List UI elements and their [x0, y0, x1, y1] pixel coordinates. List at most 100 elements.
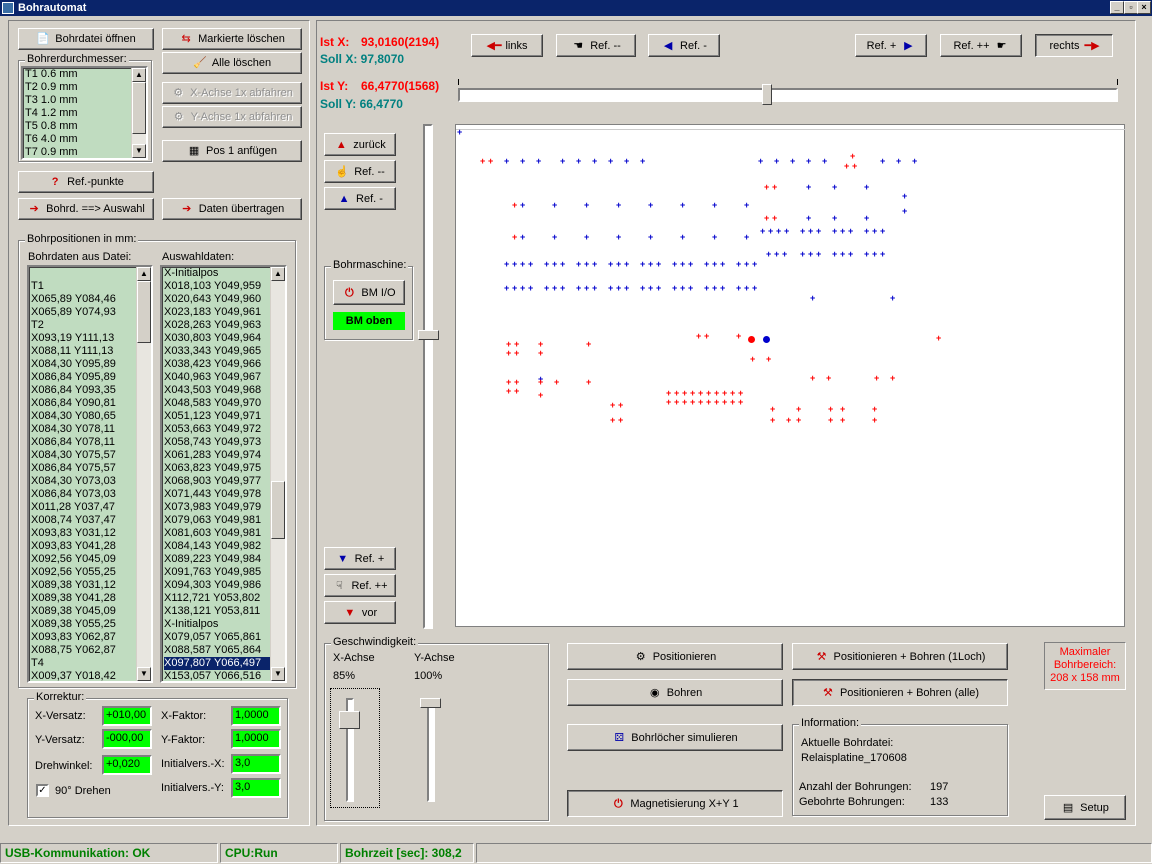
- list-item[interactable]: X008,74 Y037,47: [31, 514, 151, 527]
- selection-data-list[interactable]: X-Initialpos X018,103 Y049,959 X020,643 Y0…: [160, 265, 287, 683]
- ref-plus-button[interactable]: Ref. + ▶: [855, 34, 927, 57]
- ref-minus-button[interactable]: ◀ Ref. -: [648, 34, 720, 57]
- pos-drill-all-button[interactable]: ⚒ Positionieren + Bohren (alle): [792, 679, 1008, 706]
- speed-x-thumb[interactable]: [339, 710, 360, 729]
- rotate90-checkbox[interactable]: ✓: [36, 784, 49, 797]
- list-item[interactable]: X068,903 Y049,977: [164, 475, 285, 488]
- list-item[interactable]: T5 0.8 mm: [25, 120, 130, 133]
- list-item[interactable]: X023,183 Y049,961: [164, 306, 285, 319]
- list-item[interactable]: X058,743 Y049,973: [164, 436, 285, 449]
- list-item[interactable]: X-Initialpos: [164, 618, 285, 631]
- list-item[interactable]: X018,103 Y049,959: [164, 280, 285, 293]
- list-item[interactable]: X086,84 Y075,57: [31, 462, 151, 475]
- list-item[interactable]: X153,057 Y066,516: [164, 670, 285, 681]
- list-item[interactable]: X088,11 Y111,13: [31, 345, 151, 358]
- scroll-thumb[interactable]: [137, 281, 151, 343]
- list-item[interactable]: X011,28 Y037,47: [31, 501, 151, 514]
- vref-plus-button[interactable]: ▼ Ref. +: [324, 547, 396, 570]
- drill-board-canvas[interactable]: + + + + + + + + + + + + + + + + + + + + + + + + + + + + + + + + + + + + + + + +…: [455, 124, 1126, 627]
- list-item[interactable]: X112,721 Y053,802: [164, 592, 285, 605]
- list-item[interactable]: T4 1.2 mm: [25, 107, 130, 120]
- list-item[interactable]: X093,83 Y062,87: [31, 631, 151, 644]
- bohrd-auswahl-button[interactable]: ➔ Bohrd. ==> Auswahl: [18, 198, 154, 220]
- list-item[interactable]: X079,057 Y065,861: [164, 631, 285, 644]
- list-item[interactable]: [31, 267, 151, 280]
- speed-y-thumb[interactable]: [420, 698, 441, 708]
- y-offset-field[interactable]: -000,00: [102, 729, 152, 749]
- links-button[interactable]: ◀━ links: [471, 34, 543, 57]
- list-item[interactable]: X089,38 Y045,09: [31, 605, 151, 618]
- list-item[interactable]: X093,83 Y041,28: [31, 540, 151, 553]
- list-item[interactable]: X053,663 Y049,972: [164, 423, 285, 436]
- list-item[interactable]: X089,38 Y041,28: [31, 592, 151, 605]
- scroll-thumb[interactable]: [132, 82, 146, 134]
- list-item[interactable]: X092,56 Y045,09: [31, 553, 151, 566]
- list-item[interactable]: X033,343 Y049,965: [164, 345, 285, 358]
- list-item[interactable]: X084,30 Y073,03: [31, 475, 151, 488]
- rotation-field[interactable]: +0,020: [102, 755, 152, 775]
- pos1-button[interactable]: ▦ Pos 1 anfügen: [162, 140, 302, 162]
- list-item[interactable]: X094,303 Y049,986: [164, 579, 285, 592]
- open-file-button[interactable]: 📄 Bohrdatei öffnen: [18, 28, 154, 50]
- list-item[interactable]: X084,143 Y049,982: [164, 540, 285, 553]
- maximize-button[interactable]: ▫: [1124, 1, 1138, 14]
- transfer-button[interactable]: ➔ Daten übertragen: [162, 198, 302, 220]
- drill-diameter-scrollbar[interactable]: ▲ ▼: [131, 68, 146, 158]
- drill-button[interactable]: ◉ Bohren: [567, 679, 783, 706]
- list-item[interactable]: X086,84 Y078,11: [31, 436, 151, 449]
- list-item[interactable]: X071,443 Y049,978: [164, 488, 285, 501]
- list-item[interactable]: X051,123 Y049,971: [164, 410, 285, 423]
- list-item[interactable]: X086,84 Y090,81: [31, 397, 151, 410]
- list-item[interactable]: X065,89 Y084,46: [31, 293, 151, 306]
- list-item[interactable]: X-Initialpos: [164, 267, 285, 280]
- list-item[interactable]: X084,30 Y078,11: [31, 423, 151, 436]
- refpoints-button[interactable]: ? Ref.-punkte: [18, 171, 154, 193]
- list-item[interactable]: X084,30 Y095,89: [31, 358, 151, 371]
- list-item[interactable]: X092,56 Y055,25: [31, 566, 151, 579]
- vor-button[interactable]: ▼ vor: [324, 601, 396, 624]
- list-item[interactable]: X086,84 Y073,03: [31, 488, 151, 501]
- ref-minusminus-button[interactable]: ☚ Ref. --: [556, 34, 636, 57]
- position-button[interactable]: ⚙ Positionieren: [567, 643, 783, 670]
- list-item[interactable]: X009,37 Y018,42: [31, 670, 151, 681]
- list-item[interactable]: X065,89 Y074,93: [31, 306, 151, 319]
- clear-marked-button[interactable]: ⇆ Markierte löschen: [162, 28, 302, 50]
- list-item[interactable]: X089,38 Y031,12: [31, 579, 151, 592]
- list-item[interactable]: X138,121 Y053,811: [164, 605, 285, 618]
- x-axis-button[interactable]: ⚙ X-Achse 1x abfahren: [162, 82, 302, 104]
- selection-data-scrollbar[interactable]: ▲ ▼: [270, 267, 285, 681]
- scroll-thumb[interactable]: [271, 481, 285, 539]
- list-item[interactable]: X048,583 Y049,970: [164, 397, 285, 410]
- list-item[interactable]: T3 1.0 mm: [25, 94, 130, 107]
- list-item[interactable]: X079,063 Y049,981: [164, 514, 285, 527]
- init-y-field[interactable]: 3,0: [231, 778, 281, 798]
- scroll-up-icon[interactable]: ▲: [271, 267, 285, 281]
- list-item[interactable]: X061,283 Y049,974: [164, 449, 285, 462]
- list-item[interactable]: X043,503 Y049,968: [164, 384, 285, 397]
- list-item[interactable]: X088,75 Y062,87: [31, 644, 151, 657]
- vref-minusminus-button[interactable]: ☝ Ref. --: [324, 160, 396, 183]
- scroll-up-icon[interactable]: ▲: [137, 267, 151, 281]
- x-offset-field[interactable]: +010,00: [102, 706, 152, 726]
- list-item[interactable]: X093,19 Y111,13: [31, 332, 151, 345]
- ref-plusplus-button[interactable]: Ref. ++ ☛: [940, 34, 1022, 57]
- list-item[interactable]: X084,30 Y075,57: [31, 449, 151, 462]
- list-item[interactable]: X089,38 Y055,25: [31, 618, 151, 631]
- scroll-down-icon[interactable]: ▼: [137, 667, 151, 681]
- list-item[interactable]: X084,30 Y080,65: [31, 410, 151, 423]
- list-item[interactable]: X097,807 Y066,497: [164, 657, 285, 670]
- list-item[interactable]: X040,963 Y049,967: [164, 371, 285, 384]
- y-factor-field[interactable]: 1,0000: [231, 729, 281, 749]
- y-axis-button[interactable]: ⚙ Y-Achse 1x abfahren: [162, 106, 302, 128]
- list-item[interactable]: X063,823 Y049,975: [164, 462, 285, 475]
- x-position-slider[interactable]: [458, 88, 1118, 102]
- list-item[interactable]: X020,643 Y049,960: [164, 293, 285, 306]
- list-item[interactable]: T1: [31, 280, 151, 293]
- vref-plusplus-button[interactable]: ☟ Ref. ++: [324, 574, 396, 597]
- init-x-field[interactable]: 3,0: [231, 754, 281, 774]
- list-item[interactable]: X073,983 Y049,979: [164, 501, 285, 514]
- list-item[interactable]: X093,83 Y031,12: [31, 527, 151, 540]
- list-item[interactable]: T4: [31, 657, 151, 670]
- list-item[interactable]: T2: [31, 319, 151, 332]
- list-item[interactable]: X086,84 Y095,89: [31, 371, 151, 384]
